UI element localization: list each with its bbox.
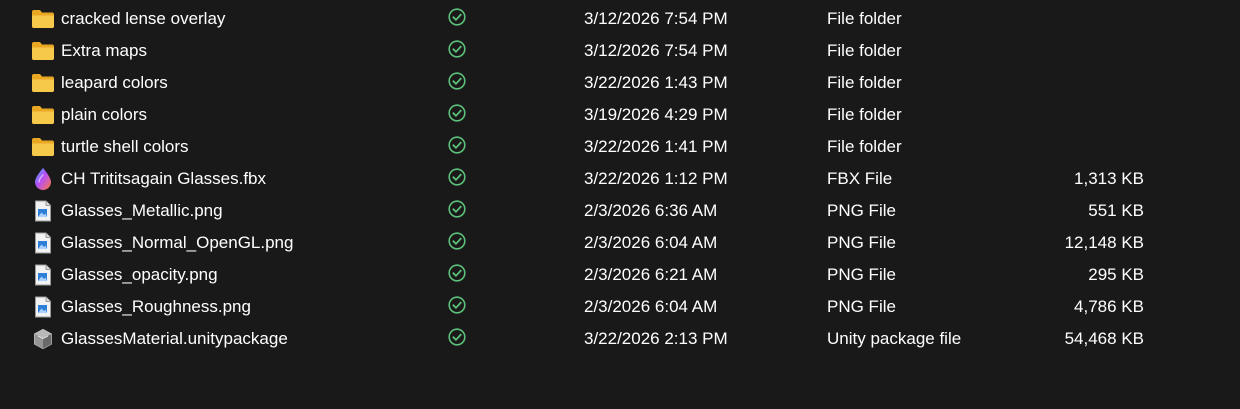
file-name: Glasses_Metallic.png — [61, 201, 223, 220]
fbx-file-icon — [31, 163, 55, 195]
list-item[interactable]: plain colors 3/19/2026 4:29 PM File fold… — [0, 99, 1240, 131]
available-icon — [447, 161, 467, 193]
date-modified: 2/3/2026 6:21 AM — [584, 265, 718, 284]
file-type: PNG File — [827, 297, 896, 316]
date-modified: 2/3/2026 6:04 AM — [584, 297, 718, 316]
list-item[interactable]: Extra maps 3/12/2026 7:54 PM File folder — [0, 35, 1240, 67]
date-modified: 3/22/2026 1:12 PM — [584, 169, 728, 188]
file-size — [1000, 67, 1144, 99]
date-modified: 2/3/2026 6:36 AM — [584, 201, 718, 220]
file-size — [1000, 131, 1144, 163]
available-icon — [447, 257, 467, 289]
file-type: File folder — [827, 73, 902, 92]
file-size — [1000, 99, 1144, 131]
file-name: cracked lense overlay — [61, 9, 226, 28]
file-name: Extra maps — [61, 41, 147, 60]
folder-icon — [31, 99, 55, 131]
date-modified: 3/22/2026 1:43 PM — [584, 73, 728, 92]
folder-icon — [31, 131, 55, 163]
list-item[interactable]: leapard colors 3/22/2026 1:43 PM File fo… — [0, 67, 1240, 99]
file-name: CH Trititsagain Glasses.fbx — [61, 169, 267, 188]
available-icon — [447, 33, 467, 65]
available-icon — [447, 129, 467, 161]
file-type: File folder — [827, 137, 902, 156]
folder-icon — [31, 67, 55, 99]
unity-package-icon — [31, 323, 55, 355]
list-item[interactable]: Glasses_opacity.png 2/3/2026 6:21 AM PNG… — [0, 259, 1240, 291]
file-name: leapard colors — [61, 73, 168, 92]
file-name: Glasses_Roughness.png — [61, 297, 251, 316]
list-item[interactable]: GlassesMaterial.unitypackage 3/22/2026 2… — [0, 323, 1240, 355]
file-type: FBX File — [827, 169, 893, 188]
file-name: turtle shell colors — [61, 137, 189, 156]
file-size: 12,148 KB — [1064, 233, 1144, 252]
available-icon — [447, 1, 467, 33]
list-item[interactable]: Glasses_Metallic.png 2/3/2026 6:36 AM PN… — [0, 195, 1240, 227]
file-size: 4,786 KB — [1074, 297, 1144, 316]
list-item[interactable]: turtle shell colors 3/22/2026 1:41 PM Fi… — [0, 131, 1240, 163]
available-icon — [447, 225, 467, 257]
file-type: File folder — [827, 105, 902, 124]
list-item[interactable]: Glasses_Roughness.png 2/3/2026 6:04 AM P… — [0, 291, 1240, 323]
folder-icon — [31, 3, 55, 35]
file-type: File folder — [827, 41, 902, 60]
file-size: 295 KB — [1088, 265, 1144, 284]
date-modified: 3/12/2026 7:54 PM — [584, 9, 728, 28]
folder-icon — [31, 35, 55, 67]
file-type: PNG File — [827, 265, 896, 284]
date-modified: 2/3/2026 6:04 AM — [584, 233, 718, 252]
file-type: PNG File — [827, 201, 896, 220]
file-type: File folder — [827, 9, 902, 28]
available-icon — [447, 97, 467, 129]
file-size: 54,468 KB — [1064, 329, 1144, 348]
available-icon — [447, 65, 467, 97]
file-size — [1000, 3, 1144, 35]
file-name: Glasses_opacity.png — [61, 265, 218, 284]
date-modified: 3/19/2026 4:29 PM — [584, 105, 728, 124]
date-modified: 3/22/2026 1:41 PM — [584, 137, 728, 156]
list-item[interactable]: CH Trititsagain Glasses.fbx 3/22/2026 1:… — [0, 163, 1240, 195]
file-name: plain colors — [61, 105, 147, 124]
file-size — [1000, 35, 1144, 67]
image-file-icon — [31, 195, 55, 227]
file-size: 551 KB — [1088, 201, 1144, 220]
image-file-icon — [31, 227, 55, 259]
list-item[interactable]: cracked lense overlay 3/12/2026 7:54 PM … — [0, 3, 1240, 35]
available-icon — [447, 321, 467, 353]
file-name: Glasses_Normal_OpenGL.png — [61, 233, 294, 252]
file-list: cracked lense overlay 3/12/2026 7:54 PM … — [0, 3, 1240, 355]
list-item[interactable]: Glasses_Normal_OpenGL.png 2/3/2026 6:04 … — [0, 227, 1240, 259]
file-type: Unity package file — [827, 329, 962, 348]
date-modified: 3/22/2026 2:13 PM — [584, 329, 728, 348]
date-modified: 3/12/2026 7:54 PM — [584, 41, 728, 60]
file-type: PNG File — [827, 233, 896, 252]
available-icon — [447, 193, 467, 225]
available-icon — [447, 289, 467, 321]
file-name: GlassesMaterial.unitypackage — [61, 329, 288, 348]
image-file-icon — [31, 291, 55, 323]
file-size: 1,313 KB — [1074, 169, 1144, 188]
image-file-icon — [31, 259, 55, 291]
